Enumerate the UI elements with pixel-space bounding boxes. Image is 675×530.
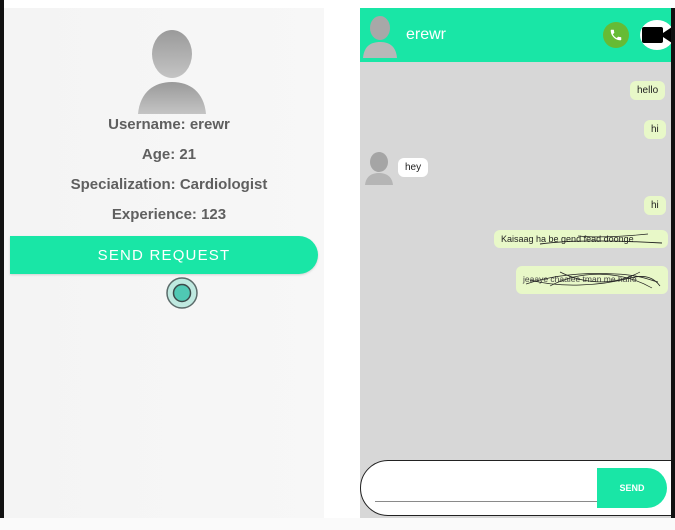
sender-avatar-icon: [365, 152, 393, 185]
message-composer: SEND: [360, 460, 675, 516]
send-message-button[interactable]: SEND: [597, 468, 667, 508]
scribble-overlay: [525, 271, 661, 289]
chat-panel: erewr hello hi hey hi Kaisaag ha be gend…: [360, 8, 675, 518]
message-bubble-out: hi: [644, 120, 666, 139]
age-text: Age: 21: [141, 146, 197, 163]
contact-name: erewr: [406, 26, 447, 43]
contact-avatar-icon[interactable]: [362, 14, 398, 58]
message-bubble-in: hey: [398, 158, 429, 177]
message-bubble-out: jeaaye chaalee tman me haffe: [516, 266, 668, 294]
phone-call-button[interactable]: [603, 22, 629, 48]
chat-header: erewr: [360, 8, 675, 62]
window-right-edge: [671, 8, 675, 518]
send-request-button[interactable]: SEND REQUEST: [10, 236, 318, 274]
scribble-overlay: [539, 233, 663, 245]
experience-text: Experience: 123: [111, 206, 227, 223]
video-call-button[interactable]: [640, 20, 674, 50]
specialization-text: Specialization: Cardiologist: [70, 176, 268, 193]
touch-indicator-icon: [166, 277, 198, 309]
bottom-strip: [0, 518, 675, 530]
profile-avatar-icon: [138, 30, 206, 114]
username-text: Username: erewr: [108, 116, 230, 133]
message-bubble-out: hello: [630, 81, 666, 100]
message-bubble-out: hi: [644, 196, 666, 215]
video-camera-icon: [642, 27, 672, 43]
phone-icon: [610, 29, 622, 41]
message-input[interactable]: [375, 469, 597, 502]
